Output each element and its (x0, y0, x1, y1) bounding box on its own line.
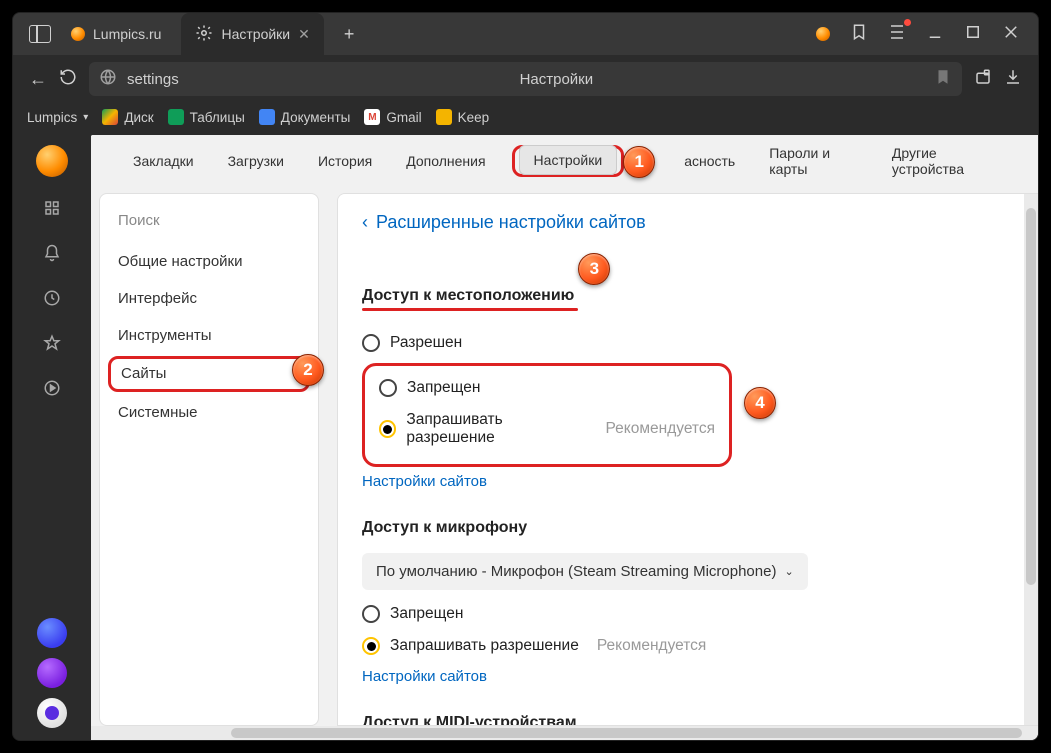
callout-1: 1 (623, 146, 655, 178)
sidebar-item-tools[interactable]: Инструменты (100, 317, 318, 354)
favicon-lumpics-icon (71, 27, 85, 41)
mic-default-dropdown[interactable]: По умолчанию - Микрофон (Steam Streaming… (362, 553, 808, 590)
rail-bubble-1[interactable] (37, 618, 67, 648)
bookmark-folder-lumpics[interactable]: Lumpics ▾ (27, 110, 88, 125)
back-icon[interactable]: ← (29, 69, 47, 90)
radio-location-denied[interactable]: Запрещен (379, 372, 715, 404)
settings-sidebar: Поиск Общие настройки Интерфейс Инструме… (99, 193, 319, 726)
bookmark-icon[interactable] (934, 68, 952, 90)
sidebar-search[interactable]: Поиск (100, 200, 318, 243)
radio-selected-icon (379, 420, 396, 438)
url-text: settings (127, 71, 179, 88)
annotation-frame-4: Запрещен Запрашивать разрешение Рекоменд… (362, 363, 732, 467)
download-tray-icon[interactable] (1004, 68, 1022, 91)
rail-alice-icon[interactable] (37, 698, 67, 728)
side-rail (13, 135, 91, 740)
settings-main: ‹ Расширенные настройки сайтов Доступ к … (337, 193, 1038, 726)
profile-icon[interactable] (816, 27, 830, 41)
minimize-icon[interactable] (926, 23, 944, 45)
rail-history-icon[interactable] (43, 289, 61, 312)
rail-play-icon[interactable] (43, 379, 61, 402)
address-field[interactable]: settings Настройки (89, 62, 962, 96)
link-location-sites[interactable]: Настройки сайтов (362, 473, 487, 490)
radio-selected-icon (362, 637, 380, 655)
downloads-icon[interactable] (888, 23, 906, 46)
nav-downloads[interactable]: Загрузки (220, 147, 292, 175)
reload-icon[interactable] (59, 68, 77, 91)
address-bar: ← settings Настройки (13, 55, 1038, 103)
nav-security[interactable]: асность (676, 147, 743, 175)
sidebar-item-sites[interactable]: Сайты (121, 365, 166, 382)
chevron-left-icon: ‹ (362, 212, 368, 233)
rail-home-icon[interactable] (36, 145, 68, 177)
link-mic-sites[interactable]: Настройки сайтов (362, 668, 487, 685)
annotation-frame-2: Сайты (108, 356, 310, 392)
radio-icon (362, 334, 380, 352)
rail-favorites-icon[interactable] (43, 334, 61, 357)
radio-location-ask[interactable]: Запрашивать разрешение Рекомендуется (379, 404, 715, 454)
close-tab-icon[interactable]: ✕ (298, 26, 310, 43)
tab-label: Lumpics.ru (93, 26, 161, 42)
bookmark-keep[interactable]: Keep (436, 109, 490, 125)
back-link[interactable]: ‹ Расширенные настройки сайтов (362, 212, 1014, 233)
nav-settings[interactable]: Настройки (519, 145, 618, 175)
nav-passwords[interactable]: Пароли и карты (761, 139, 866, 183)
callout-4: 4 (744, 387, 776, 419)
callout-2: 2 (292, 354, 324, 386)
sidebar-item-general[interactable]: Общие настройки (100, 243, 318, 280)
chevron-down-icon: ⌄ (784, 565, 793, 578)
bookmark-docs[interactable]: Документы (259, 109, 351, 125)
scrollbar-horizontal[interactable] (91, 726, 1038, 740)
rail-notifications-icon[interactable] (43, 244, 61, 267)
gear-icon (195, 24, 213, 45)
tab-lumpics[interactable]: Lumpics.ru (57, 13, 175, 55)
nav-devices[interactable]: Другие устройства (884, 139, 1004, 183)
globe-icon (99, 68, 117, 90)
rail-services-icon[interactable] (43, 199, 61, 222)
sidebar-item-interface[interactable]: Интерфейс (100, 280, 318, 317)
radio-icon (362, 605, 380, 623)
new-tab-button[interactable]: + (330, 24, 369, 45)
nav-bookmarks[interactable]: Закладки (125, 147, 202, 175)
bookmarks-bar: Lumpics ▾ Диск Таблицы Документы MGmail … (13, 103, 1038, 135)
titlebar: Lumpics.ru Настройки ✕ + (13, 13, 1038, 55)
section-midi-title: Доступ к MIDI-устройствам (362, 714, 1014, 726)
bookmark-ribbon-icon[interactable] (850, 23, 868, 46)
section-location-title: Доступ к местоположению (362, 287, 574, 305)
nav-history[interactable]: История (310, 147, 380, 175)
tab-settings[interactable]: Настройки ✕ (181, 13, 323, 55)
page-label: Настройки (520, 71, 594, 88)
rail-bubble-2[interactable] (37, 658, 67, 688)
bookmark-disk[interactable]: Диск (102, 109, 153, 125)
maximize-icon[interactable] (964, 23, 982, 45)
extensions-icon[interactable] (974, 68, 992, 91)
bookmark-sheets[interactable]: Таблицы (168, 109, 245, 125)
recommended-hint: Рекомендуется (606, 420, 715, 438)
settings-topnav: Закладки Загрузки История Дополнения Нас… (91, 135, 1038, 187)
tab-label: Настройки (221, 26, 290, 42)
recommended-hint: Рекомендуется (597, 637, 706, 655)
panel-toggle-icon[interactable] (29, 25, 51, 43)
annotation-frame-1: Настройки 1 (512, 145, 625, 177)
radio-location-allowed[interactable]: Разрешен (362, 327, 1014, 359)
nav-addons[interactable]: Дополнения (398, 147, 493, 175)
sidebar-item-system[interactable]: Системные (100, 394, 318, 431)
close-icon[interactable] (1002, 23, 1020, 45)
radio-icon (379, 379, 397, 397)
radio-mic-ask[interactable]: Запрашивать разрешение Рекомендуется (362, 630, 1014, 662)
section-mic-title: Доступ к микрофону (362, 519, 1014, 537)
callout-3: 3 (578, 253, 610, 285)
scrollbar-vertical[interactable] (1024, 194, 1038, 725)
radio-mic-denied[interactable]: Запрещен (362, 598, 1014, 630)
bookmark-gmail[interactable]: MGmail (364, 109, 421, 125)
